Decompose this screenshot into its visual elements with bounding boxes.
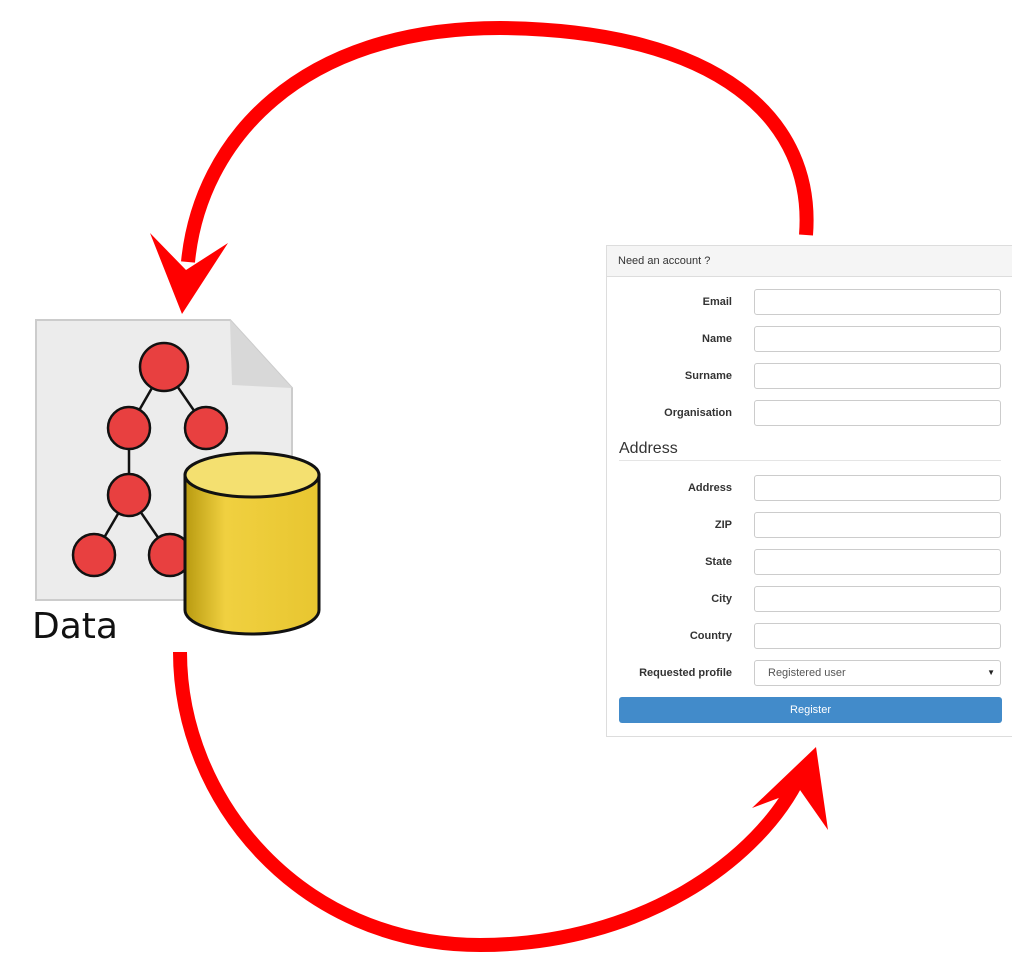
name-field[interactable] bbox=[754, 326, 1001, 352]
email-field[interactable] bbox=[754, 289, 1001, 315]
surname-field[interactable] bbox=[754, 363, 1001, 389]
tree-node bbox=[71, 532, 117, 578]
data-label: Data bbox=[32, 606, 118, 647]
organisation-row: Organisation bbox=[607, 400, 1012, 426]
city-field[interactable] bbox=[754, 586, 1001, 612]
address-field[interactable] bbox=[754, 475, 1001, 501]
city-label: City bbox=[711, 593, 732, 605]
profile-value: Registered user bbox=[768, 667, 846, 679]
email-label: Email bbox=[702, 296, 732, 308]
state-field[interactable] bbox=[754, 549, 1001, 575]
email-row: Email bbox=[607, 289, 1012, 315]
organisation-label: Organisation bbox=[664, 407, 732, 419]
registration-panel: Need an account ? Email Name Surname Org… bbox=[606, 245, 1012, 737]
address-label: Address bbox=[687, 482, 732, 494]
zip-row: ZIP bbox=[607, 512, 1012, 538]
divider bbox=[619, 460, 1001, 461]
tree-node bbox=[106, 472, 152, 518]
register-button[interactable]: Register bbox=[619, 697, 1002, 723]
zip-field[interactable] bbox=[754, 512, 1001, 538]
caret-down-icon: ▼ bbox=[987, 668, 995, 677]
country-row: Country bbox=[607, 623, 1012, 649]
address-row: Address bbox=[607, 475, 1012, 501]
city-row: City bbox=[607, 586, 1012, 612]
organisation-field[interactable] bbox=[754, 400, 1001, 426]
panel-header: Need an account ? bbox=[607, 246, 1012, 277]
zip-label: ZIP bbox=[714, 519, 732, 531]
profile-row: Requested profile Registered user ▼ bbox=[607, 660, 1012, 686]
tree-node bbox=[138, 341, 190, 393]
surname-label: Surname bbox=[684, 370, 732, 382]
surname-row: Surname bbox=[607, 363, 1012, 389]
profile-label: Requested profile bbox=[639, 667, 732, 679]
data-file-icon bbox=[35, 319, 321, 636]
database-icon bbox=[183, 451, 321, 636]
state-label: State bbox=[705, 556, 732, 568]
name-row: Name bbox=[607, 326, 1012, 352]
tree-node bbox=[183, 405, 229, 451]
tree-node bbox=[106, 405, 152, 451]
country-label: Country bbox=[689, 630, 732, 642]
state-row: State bbox=[607, 549, 1012, 575]
profile-select[interactable]: Registered user ▼ bbox=[754, 660, 1001, 686]
arrowhead-to-form bbox=[752, 747, 828, 830]
name-label: Name bbox=[702, 333, 732, 345]
address-heading: Address bbox=[619, 440, 678, 457]
country-field[interactable] bbox=[754, 623, 1001, 649]
